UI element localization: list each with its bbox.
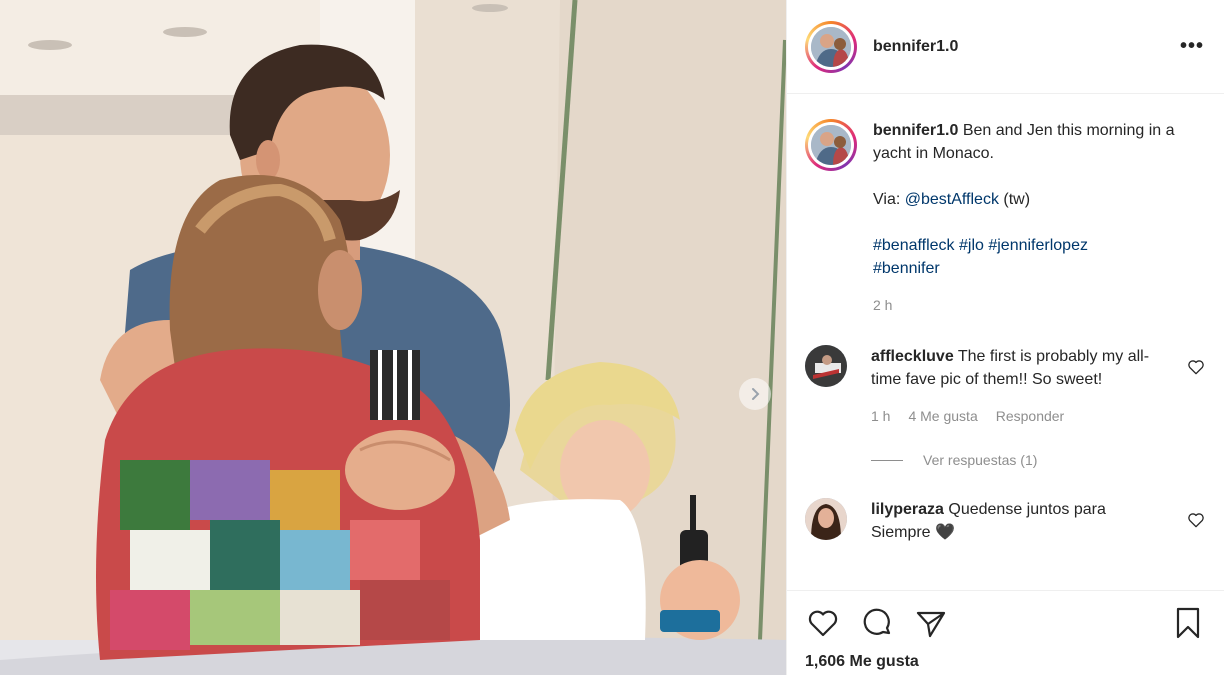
likes-count[interactable]: 1,606 Me gusta [805,653,1206,671]
post-side-panel: bennifer1.0 ••• bennifer1.0 Ben and Jen … [786,0,1224,675]
caption-avatar-inner [808,122,854,168]
comment-avatar-photo [805,345,847,387]
comment-actions: 1 h 4 Me gusta Responder [871,405,1151,428]
caption-avatar[interactable] [805,119,857,171]
hashtag-line-2[interactable]: #bennifer [873,257,1193,280]
comments-list[interactable]: bennifer1.0 Ben and Jen this morning in … [787,95,1224,589]
comment-body: affleckluve The first is probably my all… [871,345,1151,428]
post-photo[interactable] [0,0,786,675]
caption-via-prefix: Via: [873,191,905,208]
header-username[interactable]: bennifer1.0 [873,38,958,56]
next-photo-button[interactable] [739,378,771,410]
action-bar [805,605,1206,641]
comment-likes[interactable]: 4 Me gusta [908,405,977,428]
comment-avatar-photo [805,498,847,540]
caption-avatar-photo [811,125,851,165]
replies-divider [871,459,903,461]
comment-icon[interactable] [859,605,895,641]
comment-username[interactable]: affleckluve [871,348,954,365]
comment-time: 1 h [871,408,891,424]
comment-avatar[interactable] [805,345,847,387]
avatar-image [811,26,851,67]
photo-illustration [0,0,786,675]
hashtag-line-1[interactable]: #benaffleck #jlo #jenniferlopez [873,234,1193,257]
comment-avatar[interactable] [805,498,847,540]
reply-button[interactable]: Responder [996,405,1065,428]
avatar-photo [811,26,851,67]
bookmark-icon[interactable] [1170,605,1206,641]
caption-username[interactable]: bennifer1.0 [873,122,958,139]
heart-icon[interactable] [1186,357,1206,377]
avatar[interactable] [805,20,857,73]
comment-body: lilyperaza Quedense juntos para Siempre … [871,498,1151,544]
share-icon[interactable] [913,605,949,641]
avatar-inner [808,23,854,70]
post-caption: bennifer1.0 Ben and Jen this morning in … [805,95,1206,317]
caption-text: bennifer1.0 Ben and Jen this morning in … [873,119,1193,317]
comment-item: affleckluve The first is probably my all… [805,345,1206,428]
comment-item: lilyperaza Quedense juntos para Siempre … [805,498,1206,544]
heart-icon[interactable] [1186,510,1206,530]
heart-icon[interactable] [805,605,841,641]
caption-via-suffix: (tw) [998,191,1031,208]
caption-via-link[interactable]: @bestAffleck [905,191,999,208]
caption-avatar-image [811,125,851,165]
view-replies-button[interactable]: Ver respuestas (1) [871,452,1206,468]
caption-hashtags: #benaffleck #jlo #jenniferlopez #bennife… [873,234,1193,280]
post-header: bennifer1.0 ••• [787,0,1224,94]
comment-username[interactable]: lilyperaza [871,501,944,518]
view-replies-label: Ver respuestas (1) [923,452,1038,468]
post-footer: 1,606 Me gusta [787,590,1224,675]
post-timestamp: 2 h [873,297,893,313]
more-options-icon[interactable]: ••• [1180,36,1204,56]
chevron-right-icon [752,388,760,400]
caption-via: Via: @bestAffleck (tw) [873,188,1193,211]
